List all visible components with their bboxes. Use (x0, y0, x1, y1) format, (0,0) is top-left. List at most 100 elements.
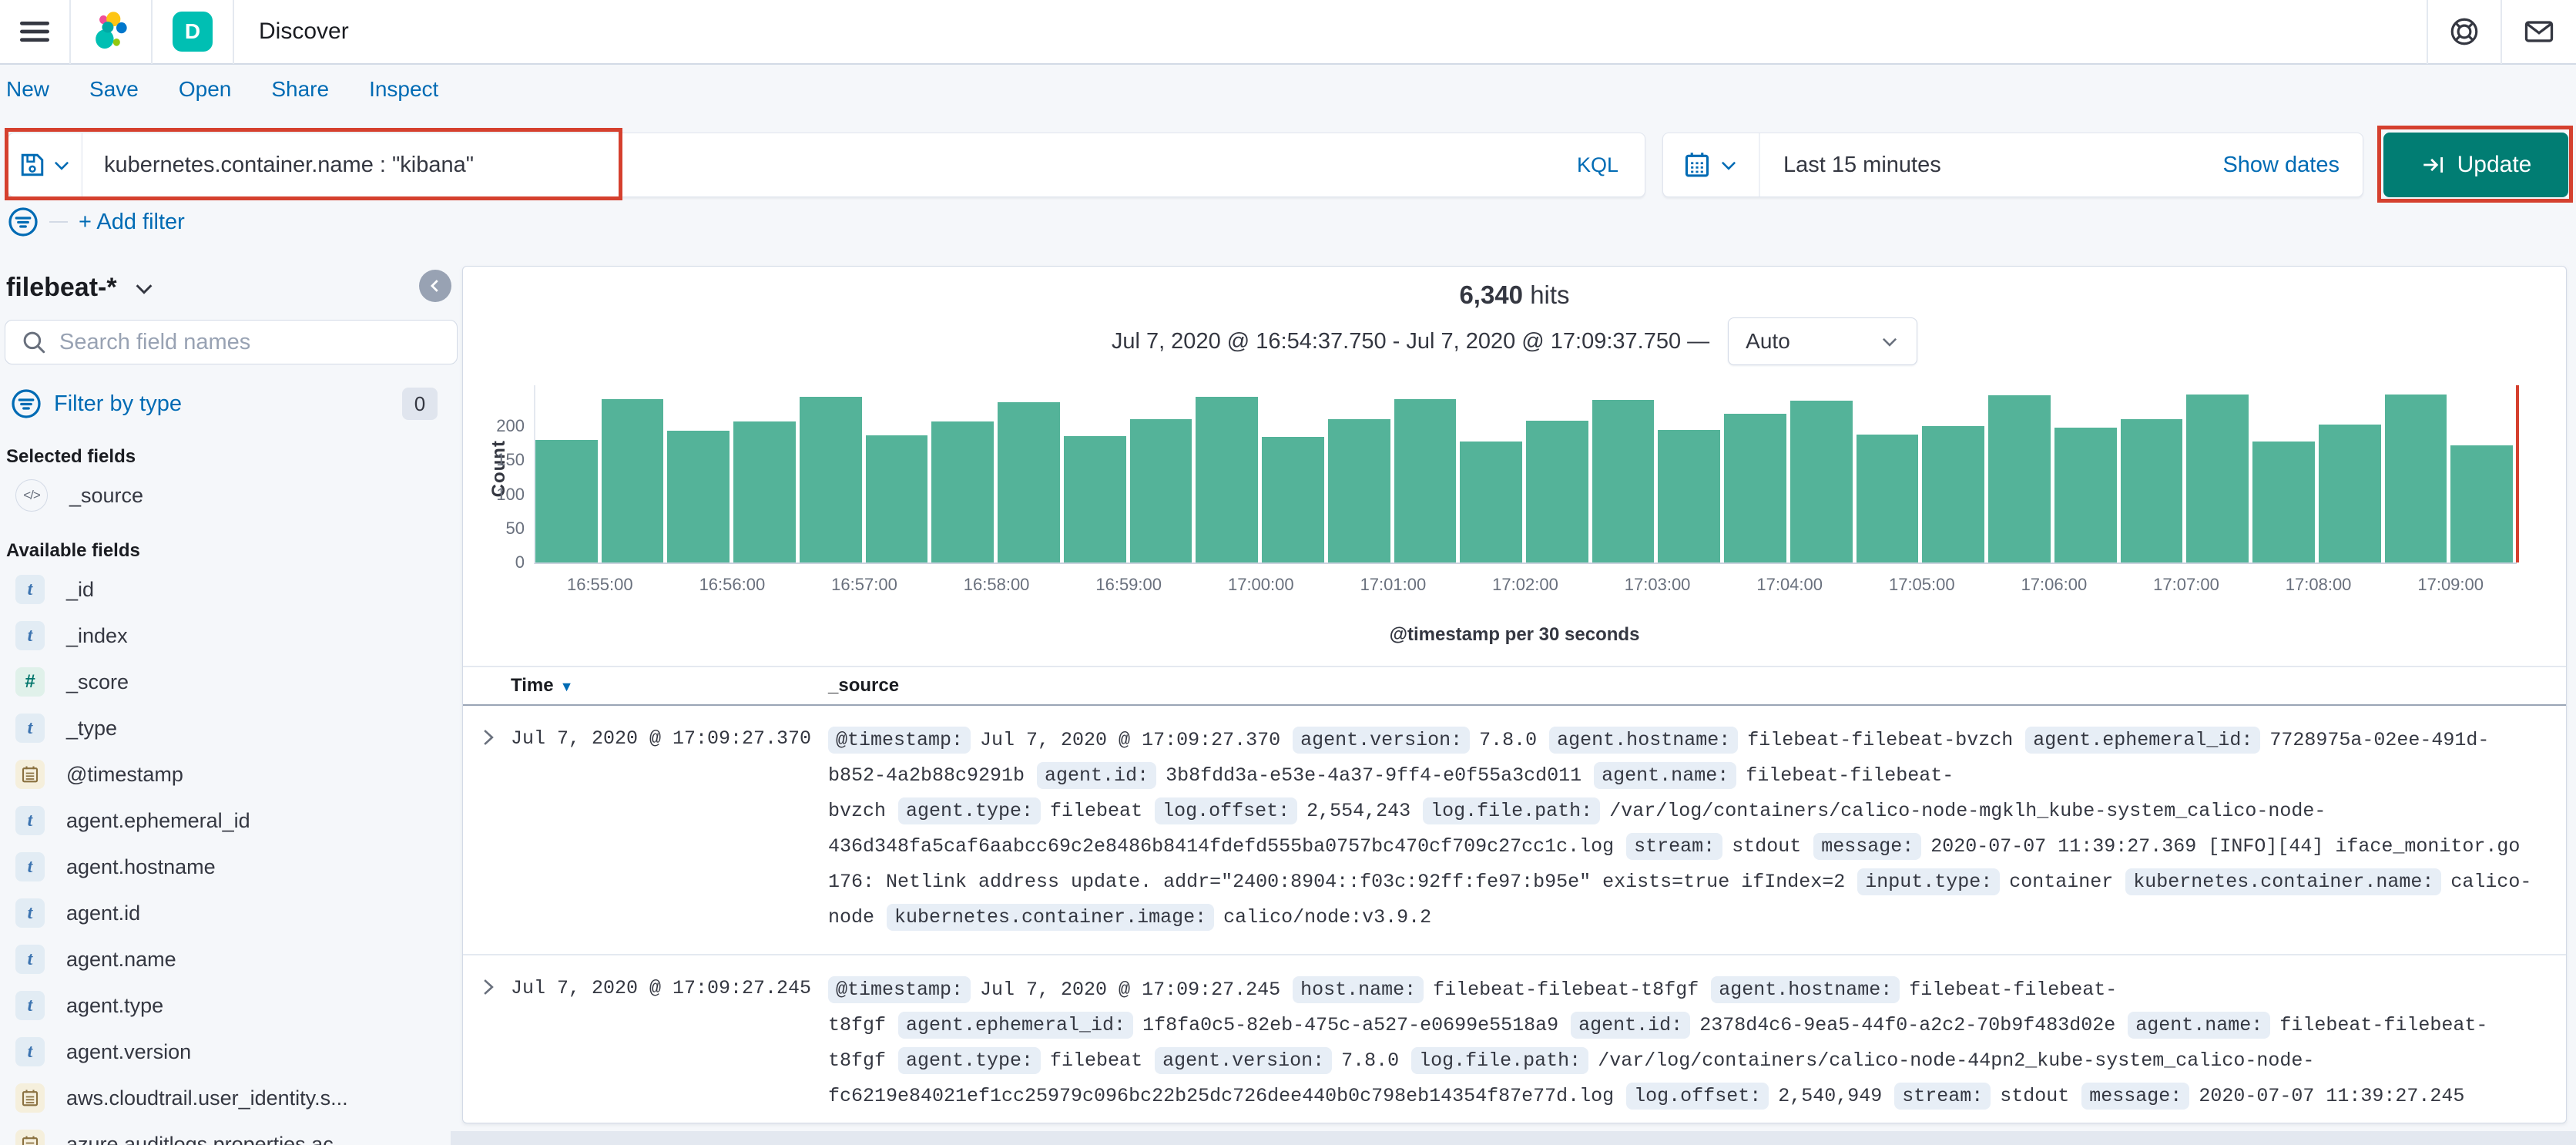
toolbar-link-share[interactable]: Share (271, 77, 329, 102)
menu-icon[interactable] (0, 0, 69, 64)
histogram-bar[interactable] (601, 398, 664, 562)
field-item-aws.cloudtrail.user_identity.s...[interactable]: aws.cloudtrail.user_identity.s... (5, 1075, 458, 1121)
time-column-header[interactable]: Time ▼ (511, 675, 828, 697)
histogram-bar[interactable] (799, 397, 862, 562)
field-item-agent.ephemeral_id[interactable]: t agent.ephemeral_id (5, 797, 458, 844)
toolbar-link-save[interactable]: Save (89, 77, 139, 102)
filter-by-type-button[interactable]: Filter by type (54, 391, 390, 417)
histogram-bar[interactable] (998, 402, 1060, 562)
histogram-bar[interactable] (1063, 436, 1126, 562)
field-search-placeholder: Search field names (59, 329, 251, 354)
field-key-badge: host.name: (1293, 976, 1424, 1003)
histogram-bar[interactable] (2120, 419, 2183, 562)
collapse-sidebar-button[interactable] (419, 270, 451, 302)
histogram-bar[interactable] (2318, 425, 2381, 562)
calendar-field-icon (22, 1136, 39, 1145)
histogram-bar[interactable] (1988, 395, 2051, 562)
time-column-label: Time (511, 675, 554, 696)
field-key-badge: @timestamp: (828, 727, 971, 754)
toolbar-link-open[interactable]: Open (179, 77, 232, 102)
index-pattern-switcher[interactable]: filebeat-* (5, 267, 458, 317)
field-item-_id[interactable]: t _id (5, 566, 458, 613)
chevron-down-icon (136, 284, 153, 294)
filter-icon (12, 389, 41, 418)
update-button[interactable]: Update (2383, 133, 2568, 197)
query-language-button[interactable]: KQL (1577, 153, 1623, 177)
filter-divider (49, 221, 68, 223)
date-picker-quick-menu[interactable] (1663, 133, 1760, 196)
histogram-bar[interactable] (1129, 419, 1192, 562)
x-axis-title: @timestamp per 30 seconds (1389, 624, 1640, 645)
field-item-azure.auditlogs.properties.ac...[interactable]: azure.auditlogs.properties.ac... (5, 1121, 458, 1145)
newsfeed-button[interactable] (2502, 0, 2576, 64)
toolbar-link-new[interactable]: New (6, 77, 49, 102)
help-button[interactable] (2428, 0, 2501, 64)
available-fields-heading: Available fields (6, 540, 140, 561)
documents-rows: Jul 7, 2020 @ 17:09:27.370 @timestamp: Jul… (463, 706, 2566, 1123)
field-key-badge: log.file.path: (1423, 797, 1601, 824)
field-item-agent.hostname[interactable]: t agent.hostname (5, 844, 458, 890)
histogram-bar[interactable] (733, 421, 796, 562)
elastic-logo-icon (96, 12, 127, 49)
toolbar-link-inspect[interactable]: Inspect (369, 77, 438, 102)
histogram-bar[interactable] (1724, 414, 1786, 562)
string-type-icon: t (15, 621, 45, 650)
histogram-bar[interactable] (1592, 400, 1655, 562)
expand-row-button[interactable] (463, 723, 511, 935)
field-value: filebeat-filebeat-bvzch (1747, 729, 2014, 751)
histogram-bar[interactable] (931, 421, 995, 562)
histogram-bar[interactable] (1327, 419, 1390, 562)
histogram-bar[interactable] (1789, 401, 1853, 562)
add-filter-button[interactable]: + Add filter (79, 210, 185, 235)
save-icon (21, 153, 43, 176)
histogram-bar[interactable] (1196, 397, 1259, 562)
y-tick: 0 (515, 552, 525, 572)
field-item-agent.version[interactable]: t agent.version (5, 1029, 458, 1075)
histogram-bar[interactable] (1262, 437, 1324, 562)
date-type-icon (15, 1083, 45, 1113)
expand-row-button[interactable] (463, 972, 511, 1123)
x-tick: 17:02:00 (1492, 575, 1558, 594)
field-name: agent.name (66, 947, 176, 971)
filter-icon[interactable] (8, 207, 39, 237)
app-switcher[interactable]: D (153, 0, 233, 64)
histogram-bar[interactable] (2186, 394, 2249, 562)
filter-count-badge: 0 (402, 388, 438, 420)
date-picker: Last 15 minutes Show dates (1662, 133, 2363, 197)
query-input[interactable]: kubernetes.container.name : "kibana" KQL (82, 133, 1645, 197)
field-name: agent.version (66, 1039, 192, 1063)
field-item-agent.id[interactable]: t agent.id (5, 890, 458, 936)
document-source: @timestamp: Jul 7, 2020 @ 17:09:27.370 age… (828, 723, 2566, 935)
field-item-_index[interactable]: t _index (5, 613, 458, 659)
histogram-bar[interactable] (1922, 426, 1985, 562)
field-item-agent.name[interactable]: t agent.name (5, 936, 458, 982)
time-range-value[interactable]: Last 15 minutes (1760, 153, 2222, 178)
field-item-agent.type[interactable]: t agent.type (5, 982, 458, 1029)
interval-select[interactable]: Auto (1728, 317, 1918, 365)
elastic-logo[interactable] (71, 0, 151, 64)
histogram-bar[interactable] (1658, 429, 1721, 562)
histogram-bar[interactable] (1856, 434, 1919, 562)
histogram-bar[interactable] (2252, 441, 2315, 562)
x-tick: 16:59:00 (1095, 575, 1162, 594)
histogram-bar[interactable] (1460, 441, 1522, 562)
bottom-scroll-strip[interactable] (451, 1131, 2576, 1145)
histogram-bar[interactable] (1526, 421, 1588, 562)
field-search-input[interactable]: Search field names (5, 320, 458, 364)
histogram-bar[interactable] (865, 435, 928, 562)
field-value: 2,554,243 (1306, 800, 1411, 822)
field-item-_source[interactable]: </> _source (5, 472, 458, 519)
chevron-down-icon (54, 161, 69, 170)
histogram-bar[interactable] (2450, 445, 2513, 562)
field-key-badge: log.file.path: (1411, 1047, 1589, 1074)
field-item-_type[interactable]: t _type (5, 705, 458, 751)
show-dates-button[interactable]: Show dates (2222, 153, 2363, 178)
field-item-@timestamp[interactable]: @timestamp (5, 751, 458, 797)
histogram-bar[interactable] (2054, 427, 2117, 562)
saved-query-menu-button[interactable] (8, 133, 82, 197)
histogram-bar[interactable] (667, 431, 730, 562)
histogram-bar[interactable] (2384, 394, 2447, 562)
field-item-_score[interactable]: # _score (5, 659, 458, 705)
histogram-bar[interactable] (1394, 398, 1457, 562)
histogram-bar[interactable] (535, 439, 598, 562)
